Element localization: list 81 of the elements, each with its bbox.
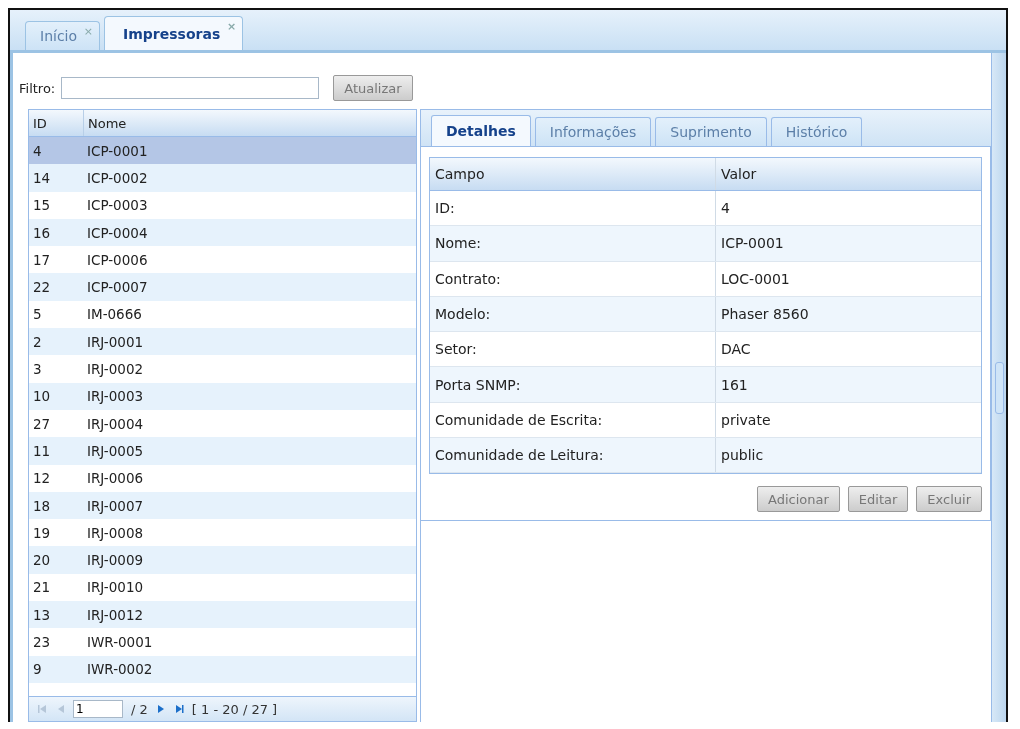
- table-cell-text: IWR-0001: [86, 634, 154, 650]
- column-header[interactable]: ID: [29, 110, 84, 136]
- table-cell-text: 16: [32, 224, 52, 241]
- table-cell-text: LOC-0001: [720, 269, 791, 289]
- table-cell: Porta SNMP:: [430, 367, 716, 402]
- table-cell-text: Phaser 8560: [720, 305, 810, 325]
- table-cell-text: 11: [32, 442, 52, 459]
- table-cell-text: 9: [32, 661, 43, 678]
- table-cell-text: IRJ-0005: [86, 442, 145, 459]
- table-cell-text: 12: [32, 470, 52, 487]
- table-row[interactable]: 11 IRJ-0005: [29, 437, 416, 465]
- table-cell: Contrato:: [430, 261, 716, 296]
- table-cell-text: IRJ-0012: [86, 606, 145, 623]
- table-cell-text: 4: [32, 142, 43, 159]
- filter-field[interactable]: [61, 77, 320, 99]
- table-cell-text: ICP-0001: [86, 142, 149, 159]
- table-cell-text: IRJ-0010: [86, 579, 145, 596]
- table-cell-text: 2: [32, 333, 43, 350]
- column-header[interactable]: Valor: [716, 158, 981, 190]
- table-cell-text: 21: [32, 579, 52, 596]
- table-cell-text: 15: [32, 197, 52, 214]
- table-cell-text: 18: [32, 497, 52, 514]
- table-cell-text: 27: [32, 415, 52, 432]
- table-cell-text: ICP-0006: [86, 251, 149, 268]
- table-cell-text: ICP-0001: [720, 234, 785, 254]
- table-cell-text: IRJ-0007: [86, 497, 145, 514]
- table-cell-text: IRJ-0001: [86, 333, 145, 350]
- table-cell-text: IRJ-0008: [86, 524, 145, 541]
- table-cell-text: 17: [32, 251, 52, 268]
- table-row[interactable]: 22 ICP-0007: [29, 273, 416, 301]
- table-cell-text: IWR-0002: [86, 661, 154, 678]
- table-cell-text: 13: [32, 606, 52, 623]
- table-row[interactable]: 9 IWR-0002: [29, 655, 416, 683]
- table-cell: Setor:: [430, 332, 716, 367]
- table-row[interactable]: 2 IRJ-0001: [29, 328, 416, 356]
- table-cell-text: IRJ-0009: [86, 552, 145, 569]
- table-cell-text: DAC: [720, 340, 752, 360]
- table-row[interactable]: 18 IRJ-0007: [29, 491, 416, 520]
- table-cell: Modelo:: [430, 296, 716, 332]
- filter-label: Filtro:: [19, 80, 56, 96]
- table-cell-text: ICP-0003: [86, 197, 149, 214]
- collapse-handle[interactable]: [994, 361, 1004, 414]
- table-cell-text: 10: [32, 388, 52, 405]
- table-cell-text: 3: [32, 361, 43, 377]
- next-page-icon[interactable]: [155, 704, 166, 714]
- table-cell-text: 23: [32, 634, 52, 650]
- page-count: / 2: [131, 701, 148, 717]
- tab[interactable]: Detalhes: [431, 115, 531, 146]
- table-row[interactable]: 10 IRJ-0003: [29, 382, 416, 410]
- table-cell-text: 5: [32, 306, 43, 323]
- table-row[interactable]: 14 ICP-0002: [29, 164, 416, 192]
- table-cell-text: public: [720, 446, 765, 466]
- table-row[interactable]: 16 ICP-0004: [29, 218, 416, 247]
- table-cell-text: IRJ-0003: [86, 388, 145, 405]
- table-cell-text: IM-0666: [86, 306, 143, 323]
- column-header[interactable]: Campo: [430, 158, 716, 190]
- table-cell: Nome:: [430, 226, 716, 261]
- table-cell-text: 14: [32, 169, 52, 186]
- table-cell-text: 22: [32, 279, 52, 296]
- table-cell-text: ICP-0004: [86, 224, 149, 241]
- table-row[interactable]: 20 IRJ-0009: [29, 546, 416, 574]
- tab[interactable]: Impressoras ×: [104, 16, 244, 50]
- table-row[interactable]: 13 IRJ-0012: [29, 601, 416, 629]
- table-cell-text: 19: [32, 524, 52, 541]
- table-cell-text: 4: [720, 199, 731, 219]
- table-cell-text: 20: [32, 552, 52, 569]
- table-cell: Comunidade de Escrita:: [430, 402, 716, 438]
- record-range: [ 1 - 20 / 27 ]: [191, 701, 278, 717]
- table-cell-text: IRJ-0002: [86, 361, 145, 377]
- table-row[interactable]: 4 ICP-0001: [29, 137, 416, 165]
- last-page-icon[interactable]: [173, 704, 184, 714]
- table-cell: Comunidade de Leitura:: [430, 438, 716, 473]
- table-cell: ID:: [430, 191, 716, 226]
- page-field[interactable]: 1: [73, 700, 123, 718]
- table-cell-text: IRJ-0004: [86, 415, 145, 432]
- table-cell-text: ICP-0002: [86, 169, 149, 186]
- table-cell-text: 161: [720, 375, 749, 395]
- column-header[interactable]: Nome: [84, 110, 416, 136]
- table-cell-text: IRJ-0006: [86, 470, 145, 487]
- table-cell-text: private: [720, 410, 772, 430]
- table-cell-text: ICP-0007: [86, 279, 149, 296]
